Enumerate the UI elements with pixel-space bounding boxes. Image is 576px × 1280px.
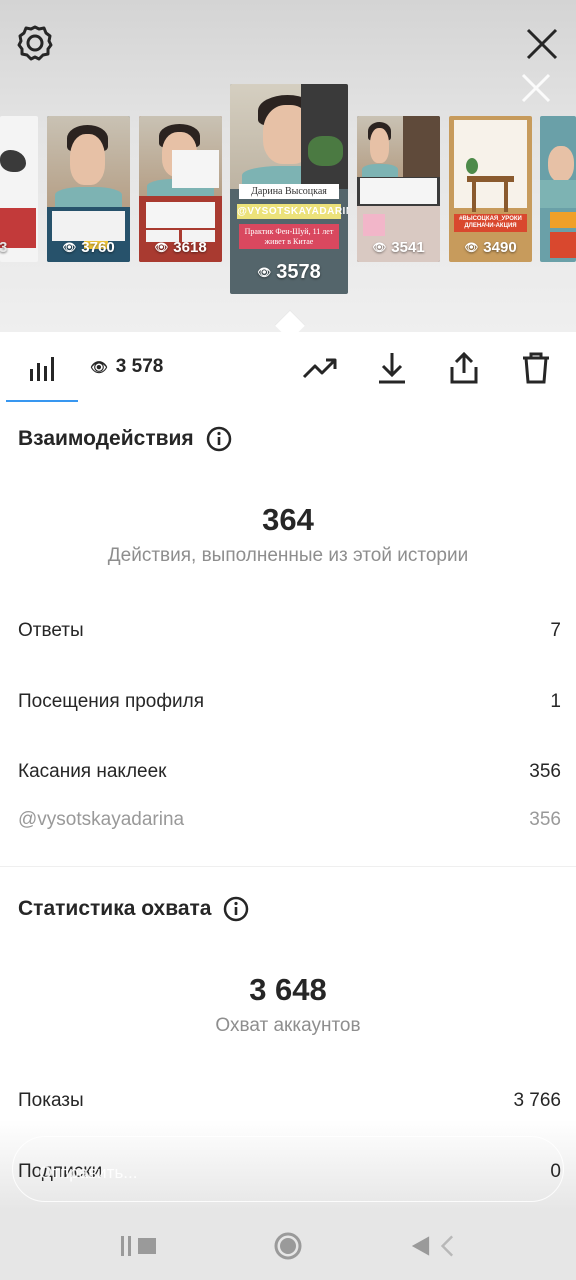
story-tag: #ВЫСОЦКАЯ_УРОКИ ДЛЕНАЧИ-АКЦИЯ	[453, 214, 527, 233]
story-thumbnail[interactable]	[540, 116, 576, 262]
story-view-count: 3593	[0, 239, 8, 256]
reach-caption: Охват аккаунтов	[215, 1015, 361, 1036]
active-tab-indicator	[6, 400, 78, 402]
recent-apps-icon	[121, 1236, 156, 1256]
system-navigation-bar	[0, 1210, 576, 1280]
section-divider	[0, 866, 576, 867]
close-button[interactable]	[520, 22, 564, 66]
reach-heading: Статистика охвата	[18, 896, 249, 922]
back-icon	[411, 1235, 454, 1257]
story-thumbnail-selected[interactable]: Дарина Высоцкая @VYSOTSKAYADARINA Практи…	[230, 84, 348, 294]
back-button[interactable]	[408, 1224, 456, 1268]
stat-row-mention-sticker[interactable]: @vysotskayadarina 356	[18, 809, 561, 831]
interactions-total: 364	[262, 502, 314, 537]
story-handle: @VYSOTSKAYADARINA	[237, 204, 348, 219]
story-view-count: 👁 3760	[62, 239, 115, 256]
story-thumbnail[interactable]: 👁 3618	[139, 116, 222, 262]
download-icon	[379, 353, 405, 384]
stat-row-replies: Ответы 7	[18, 620, 561, 641]
share-button[interactable]	[442, 346, 486, 390]
story-view-count: 👁 3578	[257, 261, 321, 283]
home-button[interactable]	[264, 1224, 312, 1268]
gear-icon	[17, 25, 53, 61]
share-icon	[450, 351, 478, 384]
settings-button[interactable]	[14, 22, 56, 64]
story-thumbnail[interactable]: 3593	[0, 116, 38, 262]
eye-icon: 👁	[464, 242, 479, 254]
story-view-count: 👁 3618	[154, 239, 207, 256]
interactions-caption: Действия, выполненные из этой истории	[107, 545, 469, 566]
story-close-icon[interactable]	[518, 70, 554, 106]
eye-icon: 👁	[90, 358, 108, 375]
story-thumbnail[interactable]: 👁 3760	[47, 116, 130, 262]
send-message-input[interactable]: Отправить...	[12, 1136, 564, 1202]
story-caption: Дарина Высоцкая	[239, 184, 339, 199]
bar-chart-icon	[30, 357, 54, 381]
tab-insights[interactable]	[20, 346, 64, 390]
story-thumbnail[interactable]: 👁 3541	[357, 116, 440, 262]
eye-icon: 👁	[372, 242, 387, 254]
interactions-heading: Взаимодействия	[18, 426, 232, 452]
download-button[interactable]	[370, 346, 414, 390]
home-icon	[274, 1232, 302, 1260]
reach-total: 3 648	[249, 972, 327, 1007]
close-icon	[526, 28, 558, 60]
delete-button[interactable]	[514, 346, 558, 390]
eye-icon: 👁	[62, 242, 77, 254]
promote-button[interactable]	[298, 346, 342, 390]
recent-apps-button[interactable]	[114, 1224, 162, 1268]
view-count: 3 578	[115, 356, 164, 377]
stat-row-sticker-taps: Касания наклеек 356	[18, 761, 561, 782]
trending-up-icon	[302, 358, 337, 379]
stat-row-profile-visits: Посещения профиля 1	[18, 691, 561, 712]
info-icon[interactable]	[206, 426, 232, 452]
eye-icon: 👁	[257, 267, 272, 279]
story-view-count: 👁 3490	[464, 239, 517, 256]
info-icon[interactable]	[223, 896, 249, 922]
story-view-count: 👁 3541	[372, 239, 425, 256]
story-toolbar: 👁 3 578	[0, 332, 576, 404]
story-subtitle: Практик Фен-Шуй, 11 лет живет в Китае	[239, 224, 339, 250]
trash-icon	[523, 352, 549, 384]
stat-row-impressions: Показы 3 766	[18, 1090, 561, 1111]
story-strip: 3593 👁3760 👁3618 Дарина Высоцкая @VYSOTS…	[0, 0, 576, 332]
story-thumbnail[interactable]: #ВЫСОЦКАЯ_УРОКИ ДЛЕНАЧИ-АКЦИЯ 👁 3490	[449, 116, 532, 262]
eye-icon: 👁	[154, 242, 169, 254]
tab-viewers[interactable]: 👁 3 578	[90, 356, 163, 378]
